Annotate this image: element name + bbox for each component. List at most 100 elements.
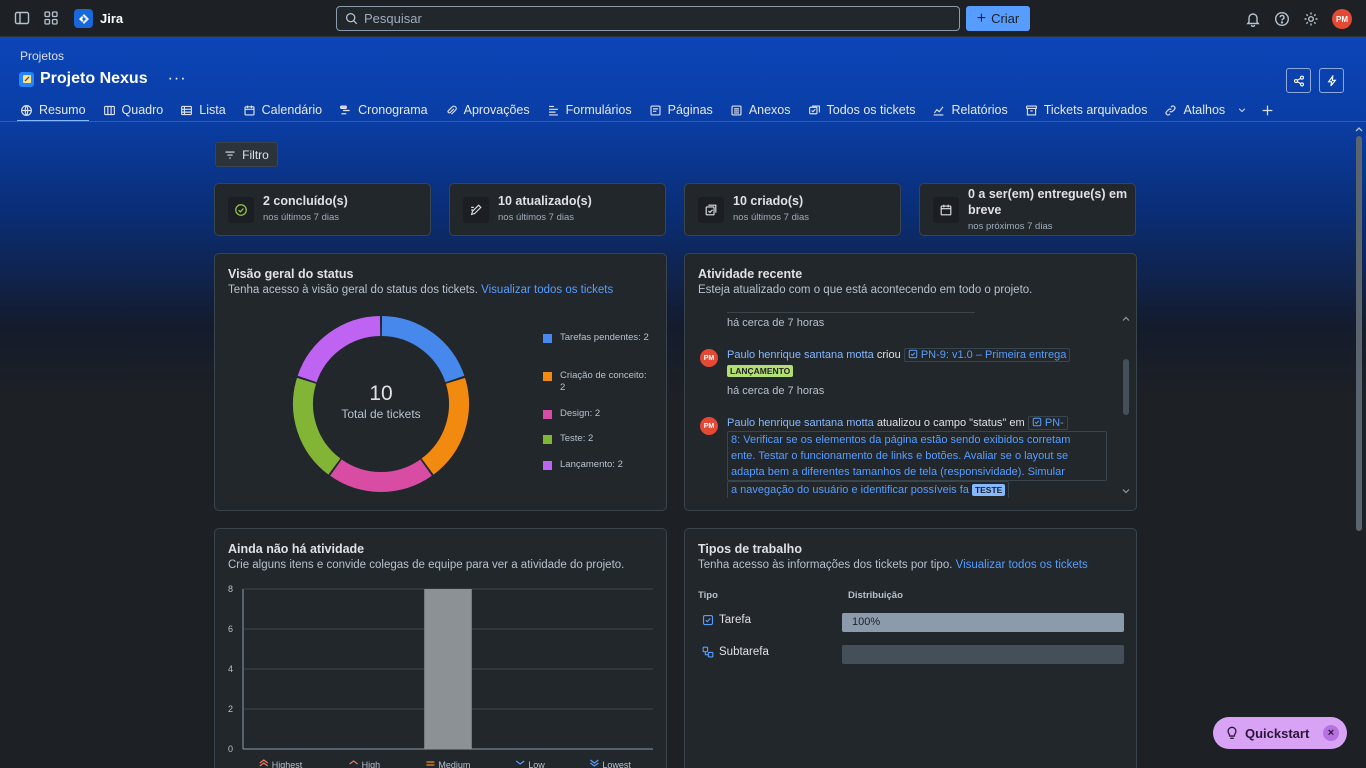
ticket-link[interactable]: PN- — [1027, 416, 1068, 430]
stat-card-due-soon[interactable]: 0 a ser(em) entregue(s) em breve nos pró… — [919, 183, 1136, 236]
view-all-tickets-link[interactable]: Visualizar todos os tickets — [481, 284, 613, 296]
lightbulb-icon — [1227, 726, 1237, 739]
list-icon — [181, 105, 193, 115]
user-avatar[interactable]: PM — [1332, 9, 1352, 29]
chevron-down-icon — [1239, 108, 1246, 113]
x-tick-text: Lowest — [602, 760, 631, 768]
activity-user-link[interactable]: Paulo henrique santana motta — [727, 349, 874, 361]
page-scrollbar[interactable] — [1354, 122, 1364, 768]
scroll-thumb[interactable] — [1356, 136, 1362, 531]
legend-item[interactable]: Tarefas pendentes: 2 — [543, 332, 653, 344]
priority-high-icon — [349, 760, 358, 765]
activity-item: Paulo henrique santana motta atualizou o… — [727, 415, 1115, 498]
activity-avatar: PM — [700, 417, 718, 435]
work-type-row[interactable]: Subtarefa — [702, 646, 769, 658]
ticket-link[interactable]: PN-9: v1.0 – Primeira entrega — [903, 348, 1071, 362]
card-subtitle: Tenha acesso à visão geral do status dos… — [228, 284, 613, 296]
forms-icon — [548, 105, 558, 116]
activity-scrollbar[interactable] — [1122, 309, 1130, 495]
tab-label: Lista — [199, 103, 226, 117]
tab-calendário[interactable]: Calendário — [243, 100, 322, 120]
y-tick-label: 0 — [228, 744, 233, 754]
activity-time: há cerca de 7 horas — [727, 317, 825, 329]
x-tick-text: Highest — [272, 760, 303, 768]
stat-title: 10 atualizado(s) — [498, 194, 592, 208]
attachments-icon — [731, 104, 742, 116]
legend-item[interactable]: Design: 2 — [543, 408, 653, 420]
scroll-thumb[interactable] — [1123, 359, 1129, 415]
work-type-row[interactable]: Tarefa — [702, 614, 751, 626]
donut-segment[interactable] — [330, 459, 432, 492]
bar[interactable] — [424, 589, 472, 749]
legend-item[interactable]: Teste: 2 — [543, 433, 653, 445]
sidebar-toggle-icon[interactable] — [10, 6, 34, 30]
add-tab-button[interactable] — [1261, 100, 1274, 120]
stat-card-updated[interactable]: 10 atualizado(s) nos últimos 7 dias — [449, 183, 666, 236]
jira-logo[interactable]: Jira — [74, 9, 123, 28]
ticket-link-line: ente. Testar o funcionamento de links e … — [731, 450, 1069, 462]
y-tick-label: 2 — [228, 704, 233, 714]
ticket-link-continued[interactable]: 8: Verificar se os elementos da página e… — [727, 431, 1107, 481]
chart-line-icon — [934, 106, 944, 116]
card-subtitle: Crie alguns itens e convide colegas de e… — [228, 559, 625, 571]
donut-total-label: Total de tickets — [341, 407, 421, 421]
create-button[interactable]: + Criar — [966, 6, 1030, 31]
tab-anexos[interactable]: Anexos — [730, 100, 791, 120]
tab-páginas[interactable]: Páginas — [649, 100, 713, 120]
legend-swatch — [543, 461, 552, 470]
tabs-divider — [0, 121, 1366, 122]
tab-atalhos[interactable]: Atalhos — [1164, 100, 1247, 120]
legend-swatch — [543, 410, 552, 419]
ticket-link-line: a navegação do usuário e identificar pos… — [731, 484, 969, 496]
donut-segment[interactable] — [297, 316, 381, 383]
card-title: Ainda não há atividade — [228, 542, 365, 556]
activity-feed: há cerca de 7 horas Paulo henrique santa… — [727, 308, 1117, 498]
main-content-background — [0, 37, 1366, 768]
stat-subtitle: nos últimos 7 dias — [263, 212, 340, 223]
filter-button[interactable]: Filtro — [215, 142, 278, 167]
legend-label: Design: 2 — [560, 408, 601, 419]
tab-resumo[interactable]: Resumo — [17, 100, 89, 122]
activity-user-link[interactable]: Paulo henrique santana motta — [727, 417, 874, 429]
legend-label: Criação de conceito: 2 — [560, 370, 647, 393]
view-all-tickets-link[interactable]: Visualizar todos os tickets — [956, 559, 1088, 571]
tab-label: Calendário — [261, 103, 323, 117]
ticket-link-last-line[interactable]: a navegação do usuário e identificar pos… — [727, 481, 1010, 498]
tab-lista[interactable]: Lista — [180, 100, 226, 120]
automation-button[interactable] — [1319, 68, 1344, 93]
globe-icon — [21, 104, 32, 116]
task-checkbox-icon — [1032, 417, 1041, 427]
search-input[interactable]: Pesquisar — [336, 6, 960, 31]
tab-cronograma[interactable]: Cronograma — [339, 100, 428, 120]
tab-formulários[interactable]: Formulários — [547, 100, 632, 120]
priority-highest-icon — [259, 759, 269, 767]
notifications-bell-icon[interactable] — [1241, 7, 1265, 31]
work-types-card: Tipos de trabalho Tenha acesso às inform… — [684, 528, 1137, 768]
stat-card-created[interactable]: 10 criado(s) nos últimos 7 dias — [684, 183, 901, 236]
jira-logo-icon — [74, 9, 93, 28]
tab-relatórios[interactable]: Relatórios — [932, 100, 1008, 120]
tab-aprovações[interactable]: Aprovações — [445, 100, 530, 120]
settings-gear-icon[interactable] — [1299, 7, 1323, 31]
tab-quadro[interactable]: Quadro — [103, 100, 163, 120]
plus-icon: + — [976, 9, 987, 27]
quickstart-close-button[interactable]: × — [1323, 725, 1339, 741]
priority-bar-chart: 0 2 4 6 8 Highest High Medium Low Lowest — [228, 584, 653, 768]
tab-tickets-arquivados[interactable]: Tickets arquivados — [1025, 100, 1148, 120]
card-title: Atividade recente — [698, 267, 803, 281]
app-switcher-icon[interactable] — [39, 6, 63, 30]
tab-label: Tickets arquivados — [1043, 103, 1148, 117]
legend-item[interactable]: Lançamento: 2 — [543, 459, 653, 471]
more-actions-button[interactable]: ··· — [168, 70, 187, 88]
priority-chart-card: Ainda não há atividade Crie alguns itens… — [214, 528, 667, 768]
breadcrumb[interactable]: Projetos — [20, 49, 64, 63]
legend-item[interactable]: Criação de conceito: 2 — [543, 370, 653, 394]
quickstart-button[interactable]: Quickstart × — [1213, 717, 1347, 749]
help-icon[interactable] — [1270, 7, 1294, 31]
share-button[interactable] — [1286, 68, 1311, 93]
tab-todos-os-tickets[interactable]: Todos os tickets — [808, 100, 915, 120]
filter-button-label: Filtro — [242, 147, 269, 162]
distribution-bar: 100% — [842, 613, 1124, 632]
donut-segment[interactable] — [381, 316, 465, 383]
stat-card-completed[interactable]: 2 concluído(s) nos últimos 7 dias — [214, 183, 431, 236]
